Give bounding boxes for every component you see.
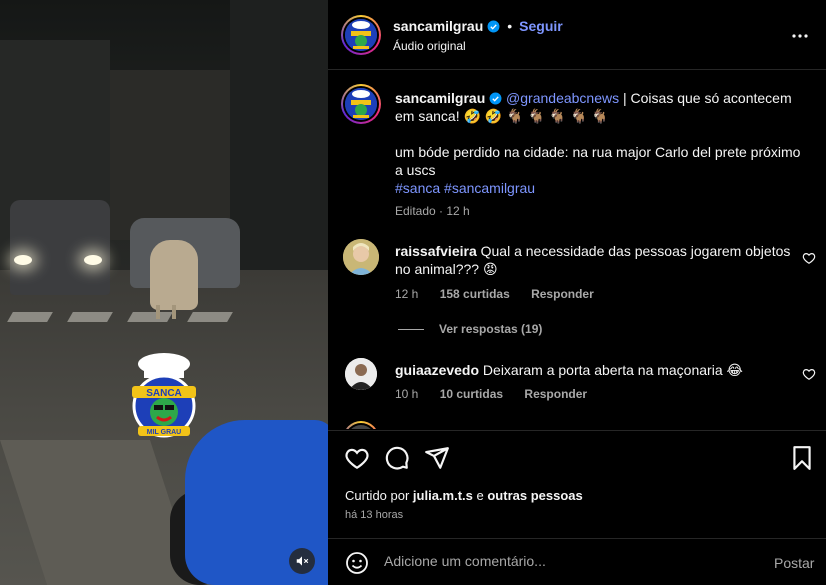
more-options-button[interactable] bbox=[790, 26, 810, 46]
sanca-mil-grau-logo: SANCA MIL GRAU bbox=[132, 353, 196, 438]
save-bookmark-icon[interactable] bbox=[789, 445, 815, 471]
comment-time: 10 h bbox=[395, 387, 419, 401]
sanca-logo-icon bbox=[345, 88, 377, 120]
comment-input[interactable] bbox=[384, 553, 754, 569]
video-goat bbox=[150, 240, 198, 310]
commenter-avatar[interactable] bbox=[343, 421, 379, 429]
profile-photo-icon bbox=[345, 358, 377, 390]
caption-hashtags[interactable]: #sanca #sancamilgrau bbox=[395, 179, 805, 197]
sanca-logo-icon bbox=[345, 19, 377, 51]
comment-like-count[interactable]: 10 curtidas bbox=[440, 387, 503, 401]
view-replies-button[interactable]: Ver respostas (19) bbox=[439, 322, 542, 336]
goat-leg bbox=[156, 305, 160, 319]
reply-button[interactable]: Responder bbox=[524, 387, 587, 401]
post-header: sancamilgrau • Seguir Áudio original bbox=[328, 0, 826, 70]
comments-section[interactable]: sancamilgrau @grandeabcnews | Coisas que… bbox=[328, 71, 826, 429]
crosswalk-stripe bbox=[127, 312, 173, 322]
video-car bbox=[10, 200, 110, 295]
header-username[interactable]: sancamilgrau bbox=[393, 18, 483, 34]
post-panel: sancamilgrau • Seguir Áudio original san… bbox=[328, 0, 826, 585]
liked-by-text: Curtido por julia.m.t.s e outras pessoas bbox=[345, 488, 583, 503]
follow-button[interactable]: Seguir bbox=[519, 18, 563, 34]
liked-others-link[interactable]: outras pessoas bbox=[487, 488, 582, 503]
crosswalk-stripe bbox=[67, 312, 113, 322]
comment-like-count[interactable]: 158 curtidas bbox=[440, 287, 510, 301]
post-actions: Curtido por julia.m.t.s e outras pessoas… bbox=[328, 430, 826, 530]
header-separator: • bbox=[507, 18, 513, 34]
car-headlight bbox=[14, 255, 32, 265]
logo-text-bottom: MIL GRAU bbox=[147, 429, 181, 436]
car-headlight bbox=[84, 255, 102, 265]
logo-text-top: SANCA bbox=[146, 388, 182, 399]
commenter-avatar[interactable] bbox=[345, 358, 377, 390]
speaker-muted-icon bbox=[296, 556, 309, 566]
emoji-picker-icon[interactable] bbox=[345, 551, 369, 575]
comment-text: Deixaram a porta aberta na maçonaria 😂 bbox=[482, 362, 743, 378]
replies-line bbox=[398, 329, 424, 330]
goat-leg bbox=[172, 305, 176, 319]
profile-photo-icon bbox=[343, 239, 379, 275]
liked-by-user[interactable]: julia.m.t.s bbox=[413, 488, 473, 503]
video-building bbox=[230, 0, 328, 270]
more-horizontal-icon bbox=[792, 34, 808, 38]
post-comment-button[interactable]: Postar bbox=[774, 555, 814, 571]
original-audio-link[interactable]: Áudio original bbox=[393, 39, 466, 53]
liked-prefix: Curtido por bbox=[345, 488, 413, 503]
reply-button[interactable]: Responder bbox=[531, 287, 594, 301]
verified-badge-icon bbox=[487, 20, 500, 32]
comment-username[interactable]: guiaazevedo bbox=[395, 362, 479, 378]
post-time-ago: há 13 horas bbox=[345, 509, 404, 521]
comment-item: raissafvieira Qual a necessidade das pes… bbox=[395, 242, 795, 278]
comment-username[interactable]: raissafvieira bbox=[395, 243, 477, 259]
caption-mention[interactable]: @grandeabcnews bbox=[506, 90, 619, 106]
header-name-row: sancamilgrau • Seguir bbox=[393, 18, 563, 34]
caption-avatar[interactable] bbox=[341, 84, 381, 124]
comment-like-heart-icon[interactable] bbox=[802, 251, 816, 265]
comment-bubble-icon[interactable] bbox=[384, 445, 410, 471]
post-video[interactable]: SANCA MIL GRAU bbox=[0, 0, 328, 585]
caption-edited-time: Editado · 12 h bbox=[395, 204, 470, 218]
verified-badge-icon bbox=[489, 92, 502, 105]
comment-meta: 10 h 10 curtidas Responder bbox=[395, 387, 605, 401]
add-comment-bar: Postar bbox=[328, 538, 826, 585]
crosswalk-stripe bbox=[187, 312, 233, 322]
liked-mid: e bbox=[472, 488, 488, 503]
comment-time: 12 h bbox=[395, 287, 419, 301]
caption-text-line2: um bóde perdido na cidade: na rua major … bbox=[395, 144, 801, 178]
video-building bbox=[110, 70, 230, 240]
crosswalk-stripe bbox=[7, 312, 53, 322]
like-heart-icon[interactable] bbox=[344, 445, 370, 471]
caption-username[interactable]: sancamilgrau bbox=[395, 90, 485, 106]
mute-button[interactable] bbox=[289, 548, 315, 574]
comment-like-heart-icon[interactable] bbox=[802, 367, 816, 381]
post-caption: sancamilgrau @grandeabcnews | Coisas que… bbox=[395, 89, 805, 220]
comment-meta: 12 h 158 curtidas Responder bbox=[395, 287, 612, 301]
comment-item: guiaazevedo Deixaram a porta aberta na m… bbox=[395, 361, 795, 379]
commenter-avatar[interactable] bbox=[343, 239, 379, 275]
share-send-icon[interactable] bbox=[424, 445, 450, 471]
author-avatar[interactable] bbox=[341, 15, 381, 55]
